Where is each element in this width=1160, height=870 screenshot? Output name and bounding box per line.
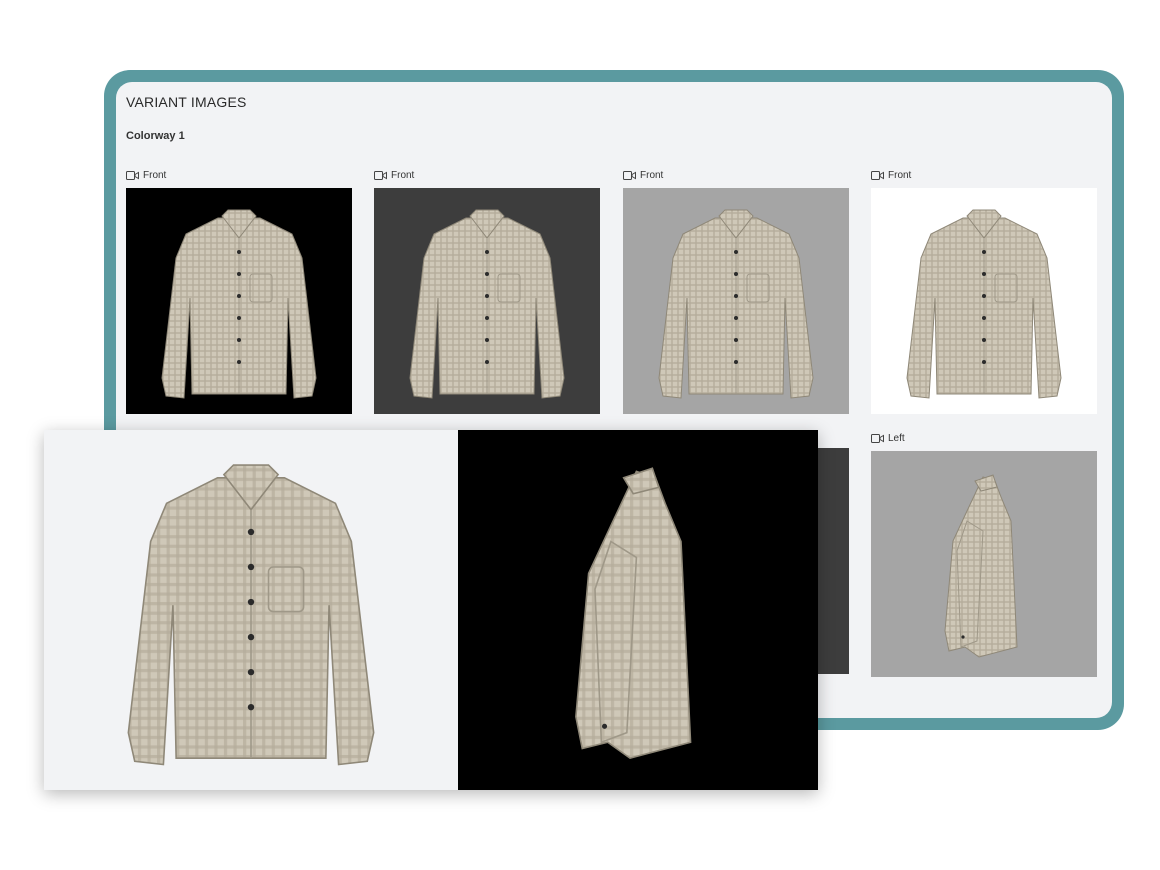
card-view-label: Left bbox=[888, 432, 905, 444]
enlarged-preview bbox=[44, 430, 818, 790]
variant-thumbnail[interactable] bbox=[126, 188, 352, 414]
card-label: Front bbox=[623, 168, 849, 182]
card-view-label: Front bbox=[143, 169, 167, 181]
video-camera-icon bbox=[374, 170, 387, 180]
shirt-side-image bbox=[944, 474, 1018, 658]
card-view-label: Front bbox=[640, 169, 664, 181]
colorway-label: Colorway 1 bbox=[126, 130, 185, 142]
variant-thumbnail[interactable] bbox=[374, 188, 600, 414]
shirt-front-image bbox=[127, 464, 375, 766]
variant-card[interactable]: Front bbox=[126, 168, 352, 414]
variant-thumbnail[interactable] bbox=[871, 451, 1097, 677]
variant-card[interactable]: Left bbox=[871, 431, 1097, 677]
video-camera-icon bbox=[871, 170, 884, 180]
video-camera-icon bbox=[623, 170, 636, 180]
variant-card[interactable]: Front bbox=[374, 168, 600, 414]
shirt-front-image bbox=[906, 209, 1062, 399]
card-label: Left bbox=[871, 431, 1097, 445]
variant-thumbnail[interactable] bbox=[871, 188, 1097, 414]
video-camera-icon bbox=[871, 433, 884, 443]
shirt-front-image bbox=[409, 209, 565, 399]
video-camera-icon bbox=[126, 170, 139, 180]
variant-thumbnail[interactable] bbox=[623, 188, 849, 414]
card-view-label: Front bbox=[391, 169, 415, 181]
enlarged-front-view[interactable] bbox=[44, 430, 458, 790]
enlarged-side-view[interactable] bbox=[458, 430, 818, 790]
card-view-label: Front bbox=[888, 169, 912, 181]
card-label: Front bbox=[374, 168, 600, 182]
shirt-front-image bbox=[161, 209, 317, 399]
shirt-front-image bbox=[658, 209, 814, 399]
card-label: Front bbox=[871, 168, 1097, 182]
variant-card[interactable]: Front bbox=[871, 168, 1097, 414]
variant-card[interactable]: Front bbox=[623, 168, 849, 414]
card-label: Front bbox=[126, 168, 352, 182]
shirt-side-image bbox=[575, 467, 692, 760]
panel-title: VARIANT IMAGES bbox=[126, 94, 247, 110]
